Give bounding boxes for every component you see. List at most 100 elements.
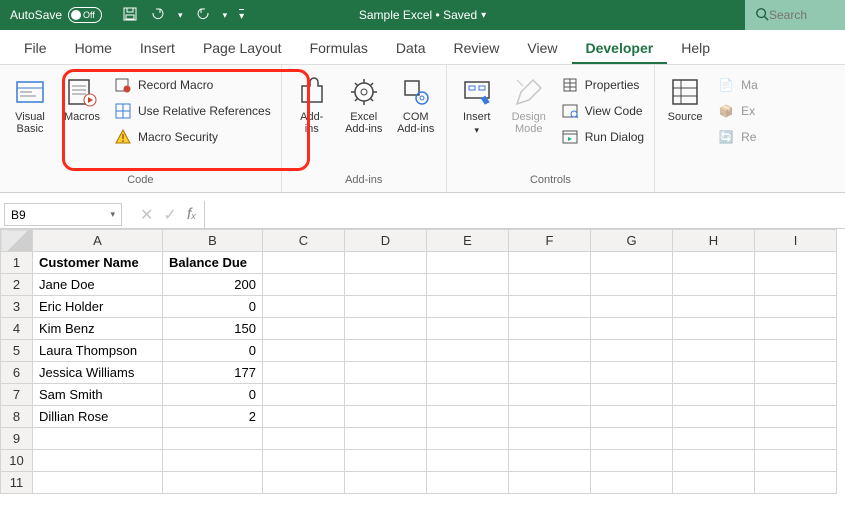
cell-D4[interactable] [345,318,427,340]
cell-E5[interactable] [427,340,509,362]
cell-D3[interactable] [345,296,427,318]
cell-A1[interactable]: Customer Name [33,252,163,274]
cell-D8[interactable] [345,406,427,428]
cell-B7[interactable]: 0 [163,384,263,406]
cell-H9[interactable] [673,428,755,450]
cell-F8[interactable] [509,406,591,428]
cell-G8[interactable] [591,406,673,428]
cell-H7[interactable] [673,384,755,406]
com-addins-button[interactable]: COM Add-ins [392,69,440,135]
cell-H4[interactable] [673,318,755,340]
cell-C3[interactable] [263,296,345,318]
source-button[interactable]: Source [661,69,709,123]
row-header-5[interactable]: 5 [1,340,33,362]
cell-A5[interactable]: Laura Thompson [33,340,163,362]
autosave-toggle[interactable]: AutoSave Off [0,7,112,23]
tab-view[interactable]: View [513,32,571,64]
enter-formula-icon[interactable]: ✓ [163,205,176,225]
cell-F3[interactable] [509,296,591,318]
cell-H3[interactable] [673,296,755,318]
row-header-10[interactable]: 10 [1,450,33,472]
cell-F1[interactable] [509,252,591,274]
cell-I5[interactable] [755,340,837,362]
map-properties-button[interactable]: 📄 Ma [713,73,762,97]
column-header-I[interactable]: I [755,230,837,252]
cell-E3[interactable] [427,296,509,318]
excel-addins-button[interactable]: Excel Add-ins [340,69,388,135]
design-mode-button[interactable]: Design Mode [505,69,553,135]
row-header-7[interactable]: 7 [1,384,33,406]
cell-C10[interactable] [263,450,345,472]
name-box[interactable]: B9 ▾ [4,203,122,226]
row-header-2[interactable]: 2 [1,274,33,296]
cell-C5[interactable] [263,340,345,362]
expansion-packs-button[interactable]: 📦 Ex [713,99,762,123]
cell-E4[interactable] [427,318,509,340]
redo-icon[interactable] [195,6,211,25]
cell-A9[interactable] [33,428,163,450]
cell-D5[interactable] [345,340,427,362]
cell-G3[interactable] [591,296,673,318]
tab-developer[interactable]: Developer [572,32,668,64]
cell-F10[interactable] [509,450,591,472]
cell-E2[interactable] [427,274,509,296]
cell-D9[interactable] [345,428,427,450]
macros-button[interactable]: Macros [58,69,106,123]
qat-customize-icon[interactable]: ▾ [239,9,244,22]
cell-G6[interactable] [591,362,673,384]
cell-F4[interactable] [509,318,591,340]
cell-B10[interactable] [163,450,263,472]
cell-H6[interactable] [673,362,755,384]
cell-E1[interactable] [427,252,509,274]
cell-H5[interactable] [673,340,755,362]
use-relative-references-button[interactable]: Use Relative References [110,99,275,123]
cell-B8[interactable]: 2 [163,406,263,428]
tab-file[interactable]: File [10,32,61,64]
column-header-A[interactable]: A [33,230,163,252]
undo-icon[interactable] [150,6,166,25]
tab-review[interactable]: Review [440,32,514,64]
cell-H8[interactable] [673,406,755,428]
cell-G7[interactable] [591,384,673,406]
redo-dropdown-icon[interactable]: ▾ [223,10,228,21]
column-header-G[interactable]: G [591,230,673,252]
cell-I7[interactable] [755,384,837,406]
cell-B1[interactable]: Balance Due [163,252,263,274]
cell-F5[interactable] [509,340,591,362]
cell-B5[interactable]: 0 [163,340,263,362]
insert-control-button[interactable]: Insert ▾ [453,69,501,136]
cell-A3[interactable]: Eric Holder [33,296,163,318]
cell-G2[interactable] [591,274,673,296]
cell-E10[interactable] [427,450,509,472]
addins-button[interactable]: Add- ins [288,69,336,135]
cell-A11[interactable] [33,472,163,494]
cell-C2[interactable] [263,274,345,296]
formula-input[interactable] [204,201,845,228]
cell-H10[interactable] [673,450,755,472]
cell-G1[interactable] [591,252,673,274]
cell-F9[interactable] [509,428,591,450]
row-header-8[interactable]: 8 [1,406,33,428]
cancel-formula-icon[interactable]: ✕ [140,205,153,225]
cell-I6[interactable] [755,362,837,384]
run-dialog-button[interactable]: Run Dialog [557,125,648,149]
cell-D11[interactable] [345,472,427,494]
cell-I9[interactable] [755,428,837,450]
undo-dropdown-icon[interactable]: ▾ [178,10,183,21]
document-title[interactable]: Sample Excel • Saved ▾ [359,8,486,22]
tab-page-layout[interactable]: Page Layout [189,32,296,64]
save-icon[interactable] [122,6,138,25]
column-header-D[interactable]: D [345,230,427,252]
cell-C7[interactable] [263,384,345,406]
chevron-down-icon[interactable]: ▾ [110,209,115,220]
cell-D1[interactable] [345,252,427,274]
cell-G11[interactable] [591,472,673,494]
row-header-1[interactable]: 1 [1,252,33,274]
cell-D7[interactable] [345,384,427,406]
row-header-4[interactable]: 4 [1,318,33,340]
cell-F2[interactable] [509,274,591,296]
fx-icon[interactable]: fx [187,206,196,224]
cell-G4[interactable] [591,318,673,340]
autosave-switch[interactable]: Off [68,7,102,23]
cell-I2[interactable] [755,274,837,296]
